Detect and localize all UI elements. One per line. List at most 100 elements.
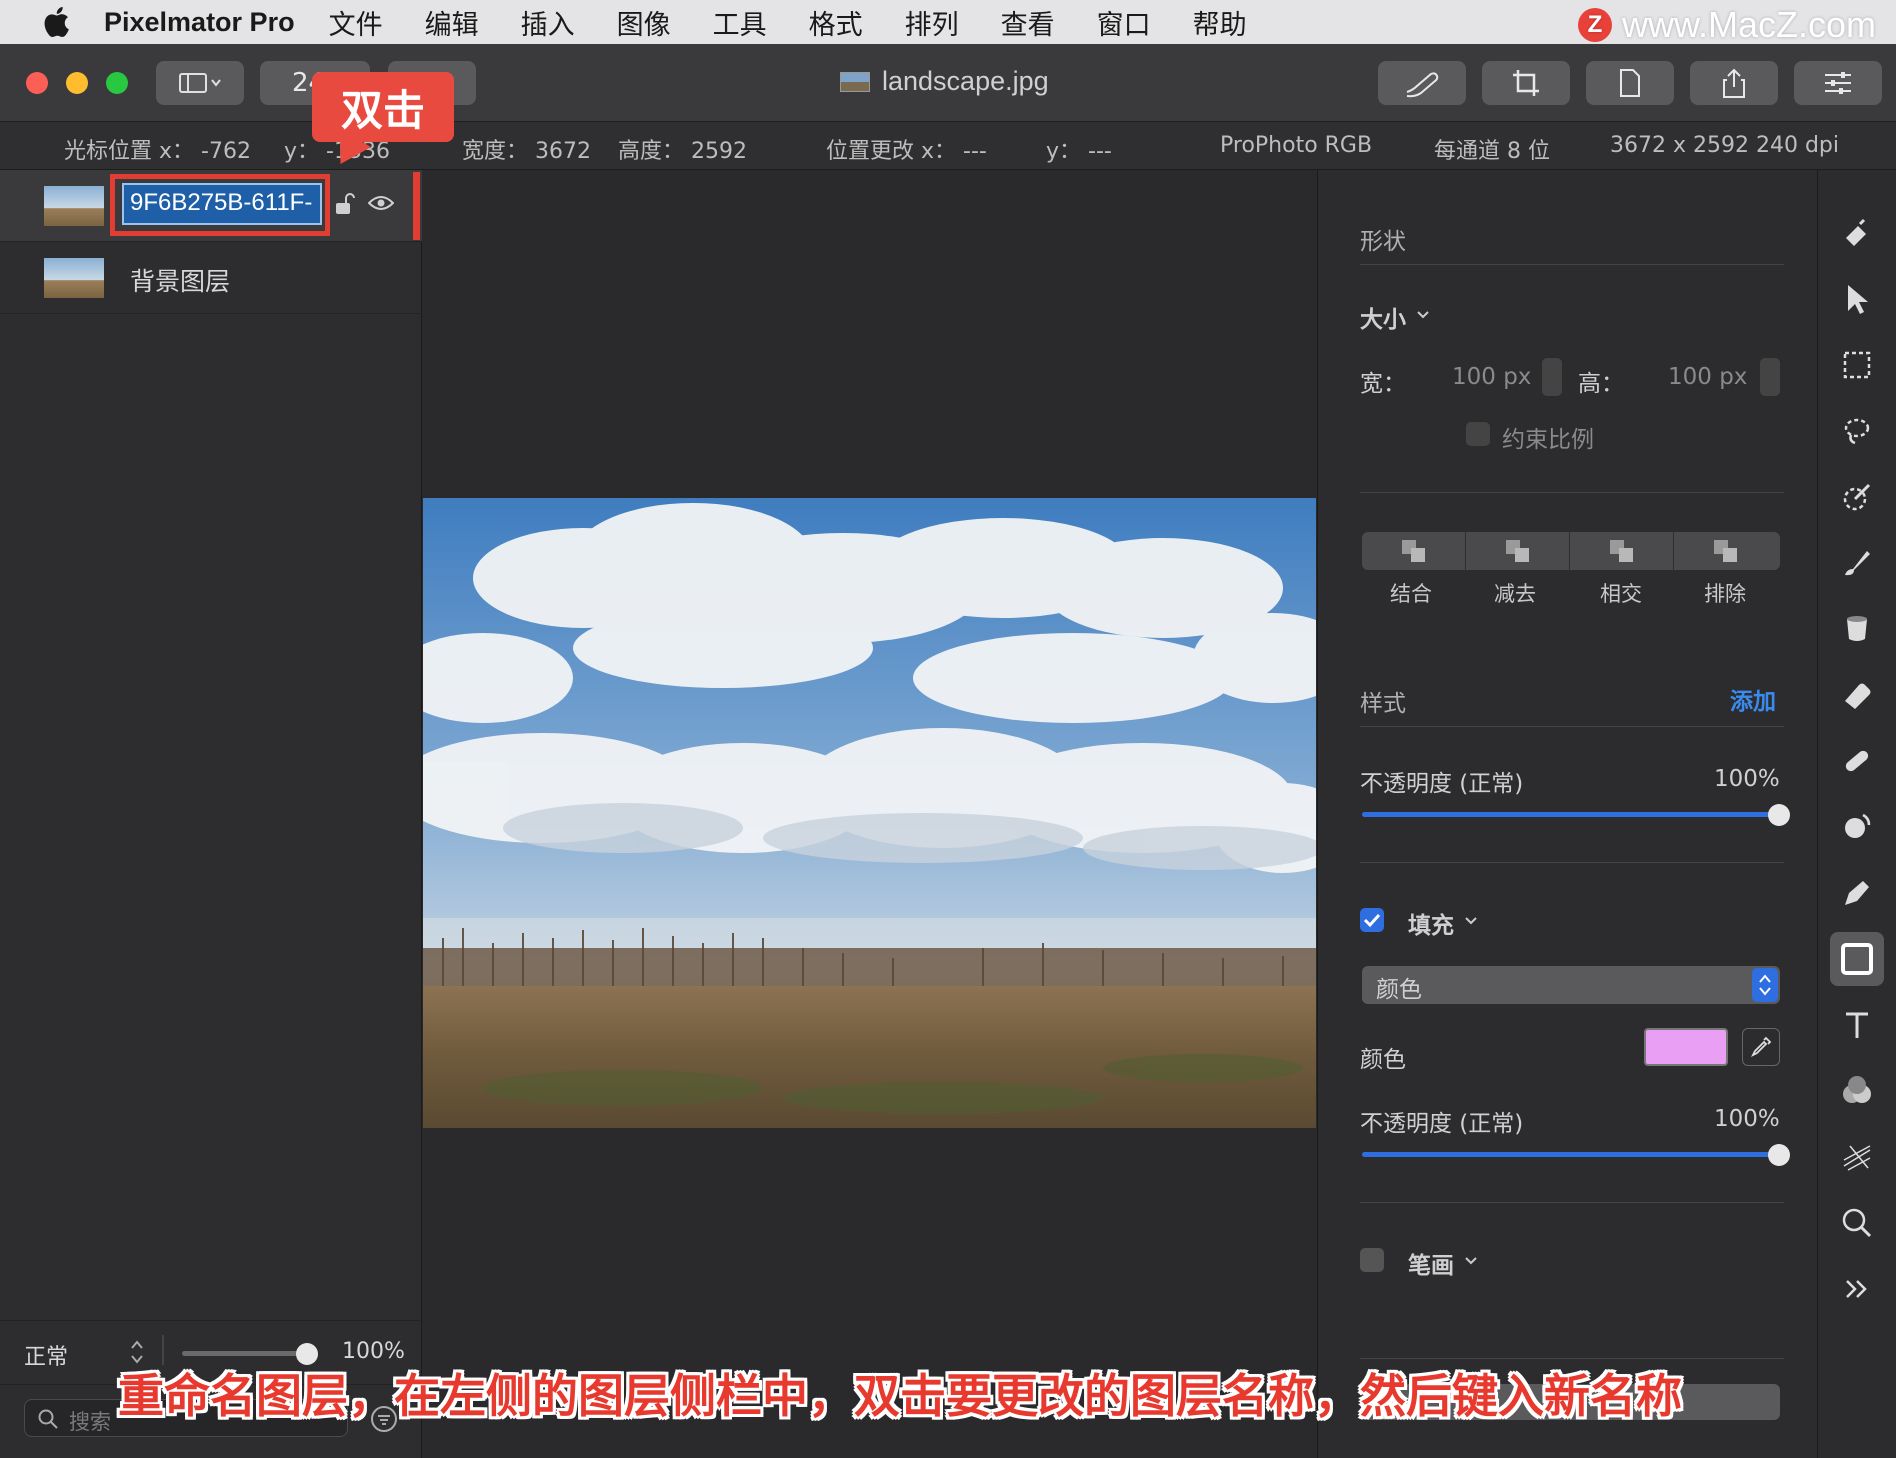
repair-tool[interactable] — [1830, 734, 1884, 788]
add-style-button[interactable]: 添加 — [1730, 682, 1776, 716]
minimize-window-button[interactable] — [66, 72, 88, 94]
divider — [1360, 1202, 1784, 1203]
crop-tool-button[interactable] — [1482, 61, 1570, 105]
select-arrows — [1752, 968, 1778, 1002]
more-tools-button[interactable] — [1830, 1262, 1884, 1316]
fill-tool[interactable] — [1830, 602, 1884, 656]
clone-tool[interactable] — [1830, 800, 1884, 854]
layer-thumbnail — [44, 186, 104, 226]
menu-file[interactable]: 文件 — [329, 3, 383, 42]
crop-icon — [1513, 70, 1539, 96]
exclude-button[interactable] — [1674, 532, 1778, 570]
bandage-icon — [1845, 750, 1869, 772]
rename-highlight-box — [110, 174, 330, 236]
info-bar: 光标位置 x： -762 y： -1336 宽度： 3672 高度： 2592 … — [0, 122, 1896, 170]
menu-arrange[interactable]: 排列 — [905, 3, 959, 42]
menu-tools[interactable]: 工具 — [713, 3, 767, 42]
unlock-icon[interactable] — [334, 192, 356, 216]
intersect-button[interactable] — [1570, 532, 1674, 570]
blend-mode-select[interactable]: 正常 — [24, 1339, 68, 1371]
eyedropper-button[interactable] — [1742, 1028, 1780, 1066]
menu-insert[interactable]: 插入 — [521, 3, 575, 42]
height-field[interactable]: 100 px — [1668, 364, 1747, 390]
layer-row[interactable]: 9F6B275B-611F- — [0, 170, 422, 242]
subtract-icon — [1505, 540, 1530, 562]
divider — [1360, 862, 1784, 863]
fill-color-well[interactable] — [1644, 1028, 1728, 1066]
fill-checkbox[interactable] — [1360, 908, 1384, 932]
subtract-button[interactable] — [1466, 532, 1570, 570]
fill-icon — [1847, 616, 1867, 641]
document-title-label: landscape.jpg — [882, 66, 1049, 96]
stroke-dropdown[interactable]: 笔画 — [1408, 1246, 1454, 1280]
pointer-icon — [1848, 285, 1868, 314]
rect-select-tool[interactable] — [1830, 338, 1884, 392]
position-y-readout: y： --- — [1046, 139, 1112, 164]
color-adjust-tool[interactable] — [1830, 1064, 1884, 1118]
checkmark-icon — [1363, 913, 1381, 928]
search-placeholder: 搜索 — [69, 1410, 111, 1434]
watermark-text: www.MacZ.com — [1621, 4, 1876, 45]
fill-opacity-slider-knob[interactable] — [1768, 1144, 1790, 1166]
divider — [1360, 1358, 1784, 1359]
height-label: 高： — [1578, 371, 1624, 397]
width-label: 宽： — [1360, 371, 1406, 397]
sidebar-toggle-button[interactable] — [156, 61, 244, 105]
shape-tool[interactable] — [1830, 932, 1884, 986]
width-stepper[interactable] — [1542, 358, 1562, 396]
paint-bucket-tool[interactable] — [1830, 206, 1884, 260]
adjust-button[interactable] — [1794, 61, 1882, 105]
watermark-badge: Z — [1577, 8, 1612, 42]
apple-icon[interactable] — [40, 4, 76, 40]
fill-type-select[interactable]: 颜色 — [1362, 966, 1780, 1004]
zoom-window-button[interactable] — [106, 72, 128, 94]
width-field[interactable]: 100 px — [1452, 364, 1531, 390]
position-x-readout: 位置更改 x： --- — [826, 139, 987, 164]
fill-dropdown[interactable]: 填充 — [1408, 906, 1454, 940]
menu-image[interactable]: 图像 — [617, 3, 671, 42]
type-tool[interactable] — [1830, 998, 1884, 1052]
landscape-image[interactable] — [423, 498, 1316, 1128]
sidebar-icon — [179, 73, 221, 93]
visibility-eye-icon[interactable] — [368, 194, 394, 212]
fill-opacity-slider-track[interactable] — [1362, 1152, 1780, 1157]
share-button[interactable] — [1690, 61, 1778, 105]
constrain-checkbox[interactable] — [1466, 422, 1490, 446]
opacity-dropdown[interactable]: 不透明度 (正常) — [1360, 764, 1523, 798]
distort-tool[interactable] — [1830, 1130, 1884, 1184]
combine-button[interactable] — [1362, 532, 1466, 570]
paint-brush-tool[interactable] — [1830, 536, 1884, 590]
resolution-readout: 3672 x 2592 240 dpi — [1610, 133, 1840, 158]
height-stepper[interactable] — [1760, 358, 1780, 396]
magic-select-tool[interactable] — [1830, 470, 1884, 524]
watermark: Z www.MacZ.com — [1577, 4, 1876, 46]
pen-tool[interactable] — [1830, 866, 1884, 920]
menu-view[interactable]: 查看 — [1001, 3, 1055, 42]
pointer-tool[interactable] — [1830, 272, 1884, 326]
color-profile-readout: ProPhoto RGB — [1220, 133, 1373, 158]
opacity-slider-track[interactable] — [1362, 812, 1780, 817]
brush-tool-button[interactable] — [1378, 61, 1466, 105]
shape-ops-control[interactable] — [1362, 532, 1780, 570]
app-menu[interactable]: Pixelmator Pro — [104, 7, 295, 38]
color-label: 颜色 — [1360, 1047, 1406, 1073]
opacity-slider-knob[interactable] — [1768, 804, 1790, 826]
exclude-label: 排除 — [1704, 582, 1746, 606]
search-icon — [38, 1409, 58, 1429]
close-window-button[interactable] — [26, 72, 48, 94]
eraser-tool[interactable] — [1830, 668, 1884, 722]
menu-window[interactable]: 窗口 — [1097, 3, 1151, 42]
lasso-tool[interactable] — [1830, 404, 1884, 458]
stroke-checkbox[interactable] — [1360, 1248, 1384, 1272]
eyedropper-icon — [1750, 1036, 1772, 1058]
document-button[interactable] — [1586, 61, 1674, 105]
menu-help[interactable]: 帮助 — [1193, 3, 1247, 42]
zoom-tool[interactable] — [1830, 1196, 1884, 1250]
layer-row[interactable]: 背景图层 — [0, 242, 422, 314]
size-dropdown[interactable]: 大小 — [1360, 300, 1406, 334]
menu-format[interactable]: 格式 — [809, 3, 863, 42]
opacity-slider-track[interactable] — [182, 1351, 310, 1356]
fill-opacity-dropdown[interactable]: 不透明度 (正常) — [1360, 1104, 1523, 1138]
lasso-icon — [1844, 418, 1870, 445]
menu-edit[interactable]: 编辑 — [425, 3, 479, 42]
